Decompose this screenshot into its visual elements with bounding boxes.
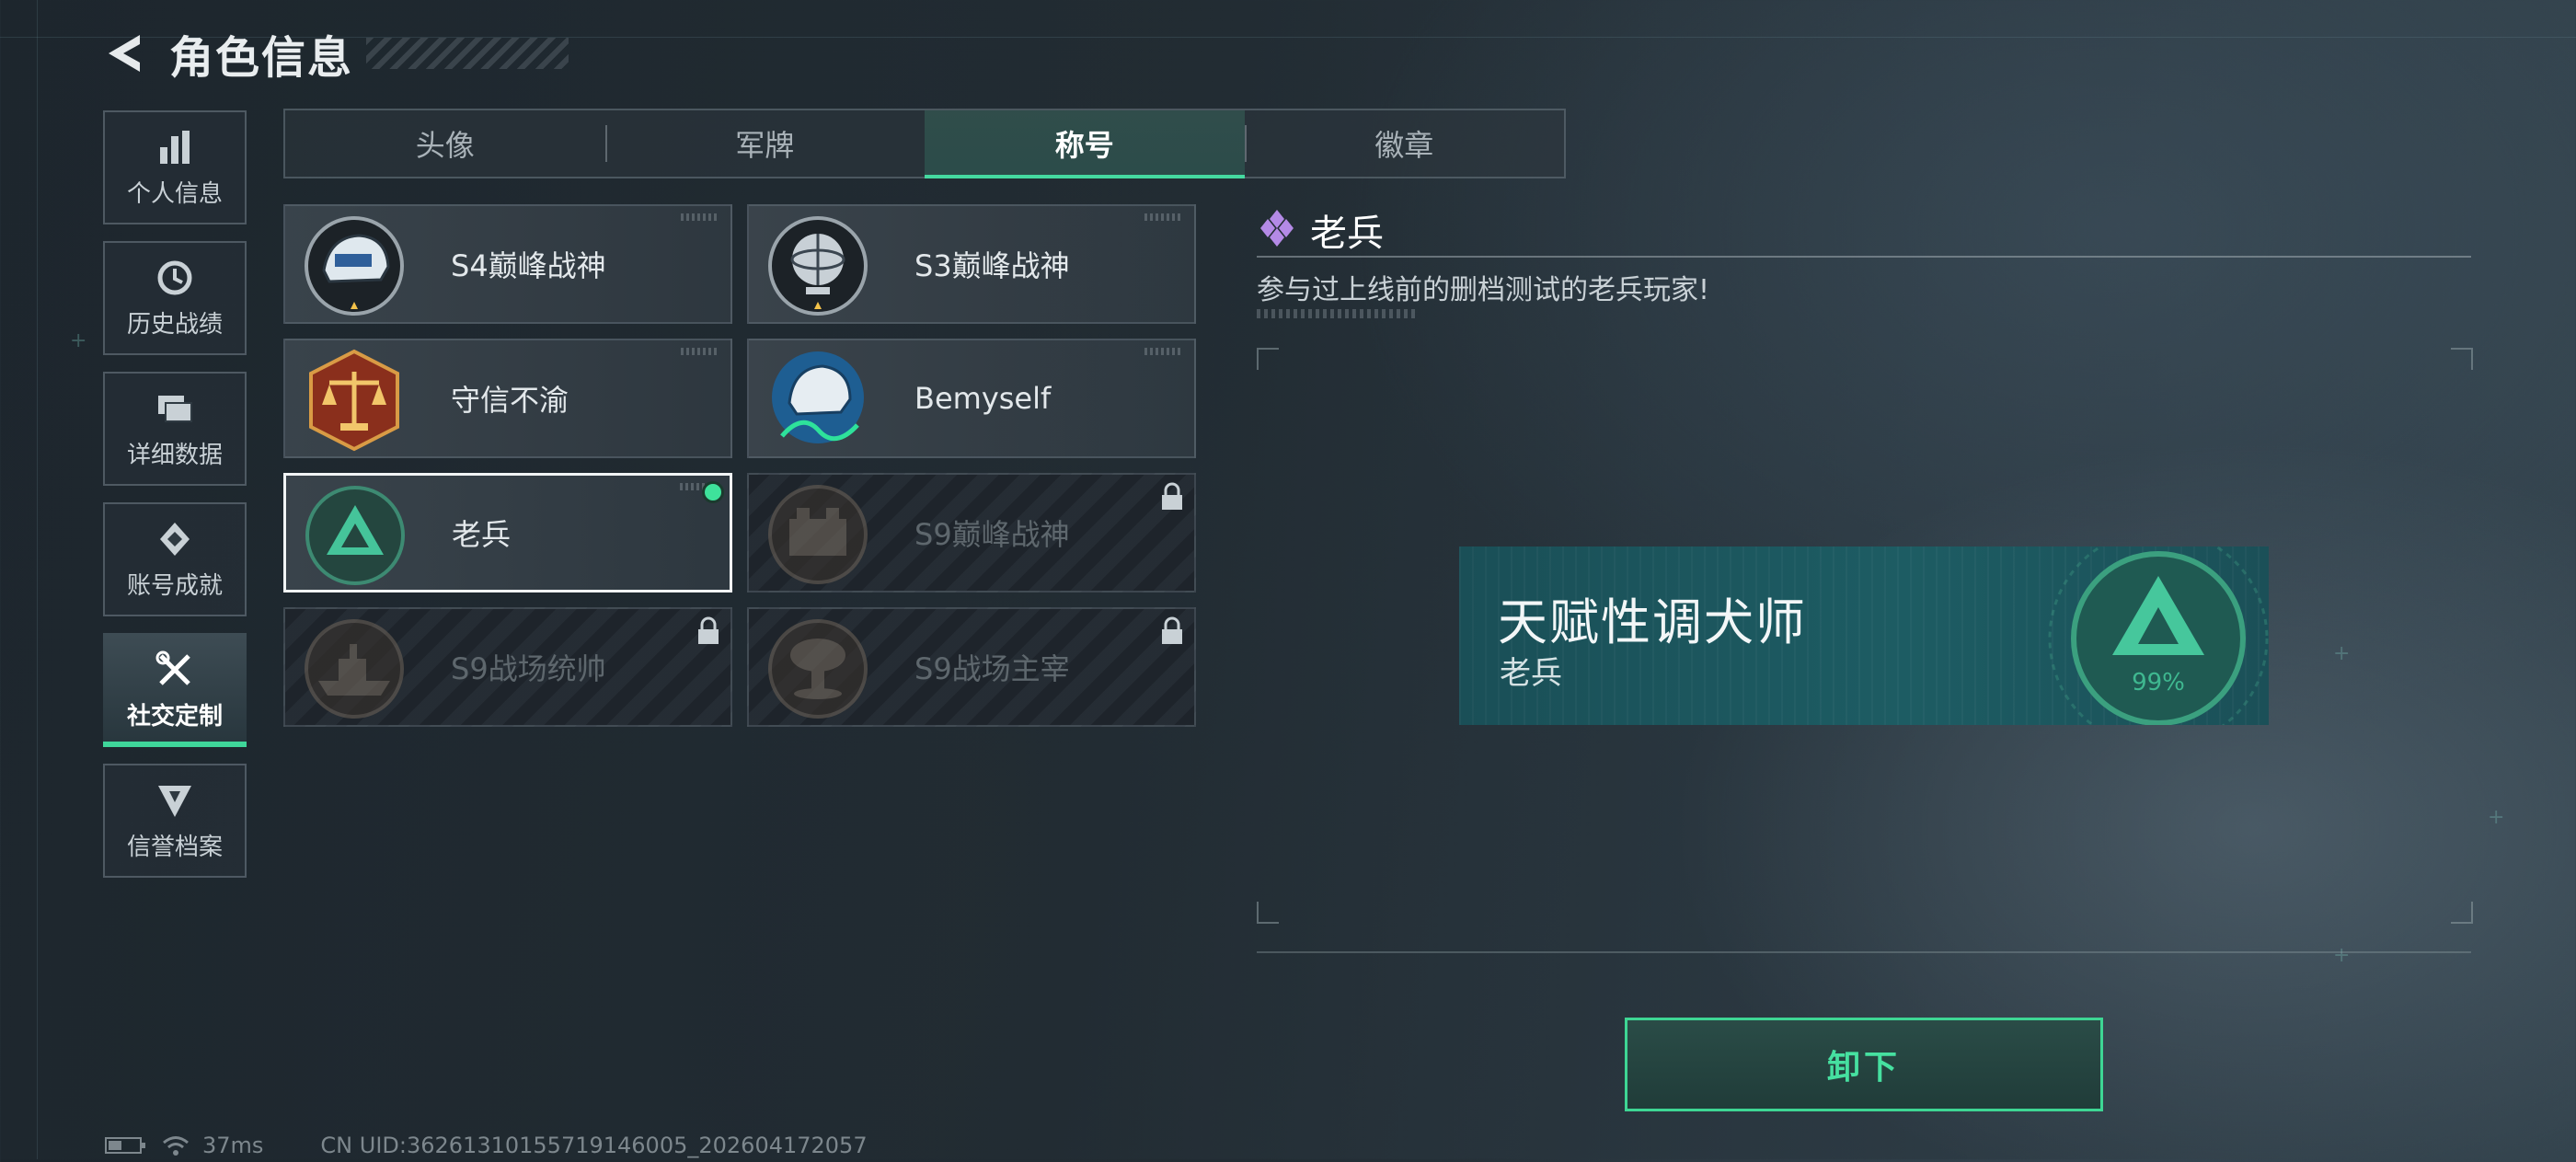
veteran-triangle-emblem-icon: [303, 483, 408, 588]
title-name: S3巅峰战神: [914, 248, 1070, 283]
bar-chart-icon: [155, 127, 195, 167]
card-decoration: [681, 348, 718, 355]
sidebar-item-personal-info[interactable]: 个人信息: [103, 110, 247, 224]
category-tabs: 头像 军牌 称号 徽章: [283, 109, 1566, 178]
clock-icon: [155, 258, 195, 298]
warship-emblem-icon: [302, 616, 407, 721]
title-name: 老兵: [452, 517, 512, 552]
deco-plus-icon: +: [2333, 642, 2351, 665]
sidebar: 个人信息 历史战绩 详细数据 账号成就 社交定制 信誉档案: [103, 110, 250, 894]
sidebar-item-label: 账号成就: [126, 571, 223, 600]
card-decoration: [681, 213, 718, 221]
mushroom-cloud-emblem-icon: [765, 616, 870, 721]
title-name: 守信不渝: [451, 383, 569, 418]
preview-main-text: 天赋性调犬师: [1498, 593, 1807, 651]
deco-grid-line: [37, 0, 38, 1159]
sidebar-item-label: 社交定制: [126, 702, 223, 731]
sidebar-item-achievements[interactable]: 账号成就: [103, 502, 247, 616]
folder-icon: [155, 388, 195, 429]
ping-text: 37ms: [202, 1133, 264, 1158]
title-card-s9-dominator[interactable]: S9战场主宰: [747, 607, 1196, 727]
tab-title[interactable]: 称号: [925, 110, 1245, 178]
title-card-s4[interactable]: S4巅峰战神: [283, 204, 732, 324]
frame-divider: [1257, 951, 2471, 953]
deco-plus-icon: +: [2333, 944, 2351, 967]
deco-plus-icon: +: [70, 329, 87, 352]
sidebar-item-detailed-data[interactable]: 详细数据: [103, 372, 247, 486]
sidebar-item-label: 详细数据: [126, 441, 223, 469]
sidebar-item-history[interactable]: 历史战绩: [103, 241, 247, 355]
fortress-emblem-icon: [765, 482, 870, 587]
page-header: 角色信息: [101, 24, 569, 84]
sidebar-item-social-custom[interactable]: 社交定制: [103, 633, 247, 747]
frame-corner: [2451, 902, 2473, 924]
tab-dog-tag[interactable]: 军牌: [604, 110, 926, 177]
title-name: S9巅峰战神: [914, 517, 1070, 552]
title-card-s9-commander[interactable]: S9战场统帅: [283, 607, 732, 727]
sidebar-item-label: 个人信息: [126, 179, 223, 208]
title-card-s3[interactable]: S3巅峰战神: [747, 204, 1196, 324]
helmet-emblem-icon: [302, 213, 407, 318]
emblem-percent-label: 99%: [2132, 669, 2185, 696]
lock-icon: [1159, 616, 1185, 646]
title-card-trustworthy[interactable]: 守信不渝: [283, 339, 732, 458]
sidebar-item-label: 信誉档案: [126, 833, 223, 861]
signature-helmet-emblem-icon: [765, 348, 870, 453]
title-name: Bemyself: [914, 381, 1052, 416]
frame-corner: [1257, 348, 1279, 370]
tab-avatar[interactable]: 头像: [285, 110, 605, 177]
scales-emblem-icon: [302, 348, 407, 453]
sidebar-item-credit-record[interactable]: 信誉档案: [103, 764, 247, 878]
unequip-button[interactable]: 卸下: [1625, 1018, 2103, 1111]
title-name: S4巅峰战神: [451, 248, 606, 283]
card-decoration: [1144, 213, 1181, 221]
wifi-icon: [162, 1134, 190, 1156]
credit-shield-icon: [155, 780, 195, 821]
veteran-triangle-emblem-icon: 99%: [2039, 546, 2269, 725]
achievement-icon: [155, 519, 195, 559]
title-preview-banner: 天赋性调犬师 老兵 99%: [1459, 546, 2269, 725]
frame-corner: [2451, 348, 2473, 370]
deco-plus-icon: +: [2488, 806, 2505, 829]
back-arrow-icon[interactable]: [101, 29, 149, 77]
detail-description: 参与过上线前的删档测试的老兵玩家!: [1257, 274, 1710, 306]
title-name: S9战场统帅: [451, 651, 606, 686]
lock-icon: [696, 616, 721, 646]
card-decoration: [1144, 348, 1181, 355]
detail-decoration: [1257, 309, 1419, 318]
detail-title: 老兵: [1310, 213, 1384, 255]
title-decoration: [366, 38, 569, 69]
title-card-veteran[interactable]: 老兵: [283, 473, 732, 593]
preview-sub-text: 老兵: [1500, 655, 1562, 692]
sidebar-item-label: 历史战绩: [126, 310, 223, 339]
page-title: 角色信息: [169, 32, 354, 84]
title-card-s9-peak[interactable]: S9巅峰战神: [747, 473, 1196, 593]
diamond-cluster-icon: [1257, 208, 1297, 252]
tab-badge[interactable]: 徽章: [1244, 110, 1565, 177]
unequip-button-label: 卸下: [1826, 1049, 1901, 1087]
status-bar: 37ms CN UID:36261310155719146005_2026041…: [105, 1132, 868, 1159]
detail-header: 老兵: [1257, 204, 2471, 258]
title-name: S9战场主宰: [914, 651, 1070, 686]
title-card-bemyself[interactable]: Bemyself: [747, 339, 1196, 458]
globe-emblem-icon: [765, 213, 870, 318]
battery-icon: [105, 1137, 145, 1154]
uid-text: CN UID:36261310155719146005_202604172057: [320, 1133, 868, 1158]
equipped-indicator: [702, 481, 724, 503]
frame-corner: [1257, 902, 1279, 924]
lock-icon: [1159, 482, 1185, 512]
tools-icon: [155, 650, 195, 690]
